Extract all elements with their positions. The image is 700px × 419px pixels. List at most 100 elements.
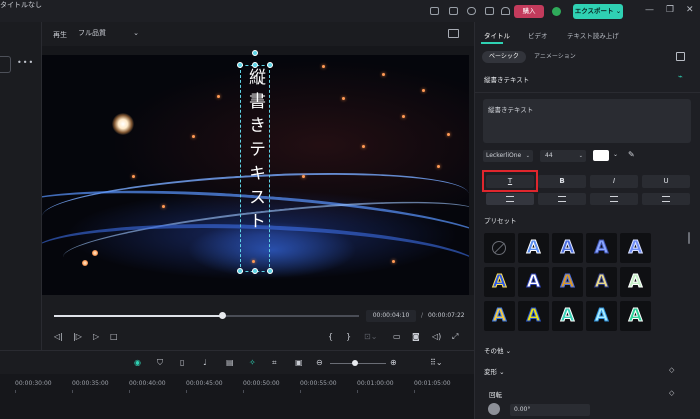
more-icon[interactable]: ••• — [17, 58, 34, 67]
progress-knob[interactable] — [219, 312, 226, 319]
toggle-icon[interactable]: ⌁ — [678, 72, 683, 81]
rotate-value: 0.00° — [514, 406, 531, 413]
keyframe-icon[interactable]: ◇ — [669, 389, 674, 397]
zoom-out-icon[interactable]: ⊖ — [316, 358, 323, 367]
preset-glyph: A — [560, 271, 575, 293]
spark — [82, 260, 88, 266]
cloud-icon[interactable] — [467, 7, 476, 15]
crop-icon[interactable]: ⌗ — [272, 358, 277, 368]
stop-icon[interactable]: □ — [110, 332, 118, 341]
align-left-button[interactable] — [486, 193, 534, 205]
preset-tile[interactable]: A — [484, 301, 515, 331]
save-icon[interactable] — [449, 7, 458, 15]
tab-video[interactable]: ビデオ — [528, 30, 548, 40]
volume-icon[interactable]: ◁) — [432, 332, 441, 341]
play-icon[interactable]: ▷ — [93, 332, 99, 341]
preset-glyph: A — [628, 237, 643, 259]
shield-icon[interactable]: ⛉ — [157, 358, 163, 368]
preset-tile[interactable]: A — [586, 233, 617, 263]
snap-icon[interactable]: ◉ — [134, 358, 141, 367]
transform-label[interactable]: 変形 ⌄ — [484, 366, 505, 376]
mark-in-icon[interactable]: { — [328, 332, 333, 341]
keyframe-icon[interactable]: ◇ — [669, 366, 674, 374]
edit-icon[interactable]: ▤ — [226, 358, 234, 367]
minimize-icon[interactable]: — — [645, 5, 654, 15]
mark-out-icon[interactable]: } — [346, 332, 351, 341]
resize-handle[interactable] — [252, 62, 258, 68]
snapshot-icon[interactable] — [448, 29, 459, 38]
align-right-button[interactable] — [590, 193, 638, 205]
tab-text-to-speech[interactable]: テキスト読み上げ — [567, 30, 619, 40]
resize-handle[interactable] — [267, 62, 273, 68]
underline-button[interactable]: U — [642, 175, 690, 188]
rotate-input[interactable]: 0.00° — [510, 404, 590, 416]
subtitle-icon[interactable]: ▣ — [295, 358, 303, 367]
tick-label: 00:00:50:00 — [243, 380, 280, 387]
zoom-slider[interactable] — [330, 363, 386, 364]
prev-frame-icon[interactable]: ◁| — [54, 332, 63, 341]
align-justify-button[interactable] — [642, 193, 690, 205]
chevron-down-icon[interactable]: ⌄ — [613, 151, 618, 158]
text-input[interactable]: 縦書きテキスト — [483, 99, 691, 143]
zoom-knob[interactable] — [352, 360, 358, 366]
ai-icon[interactable]: ✧ — [249, 358, 256, 367]
resize-handle[interactable] — [252, 268, 258, 274]
export-label: エクスポート — [574, 7, 614, 15]
save-preset-icon[interactable] — [676, 52, 685, 61]
fullscreen-icon[interactable]: ⤢ — [452, 332, 458, 342]
collapse-handle[interactable] — [0, 56, 11, 73]
resize-handle[interactable] — [237, 268, 243, 274]
align-center-button[interactable] — [538, 193, 586, 205]
monitor-icon[interactable] — [430, 7, 439, 15]
preset-tile[interactable]: A — [552, 233, 583, 263]
preset-tile[interactable]: A — [620, 301, 651, 331]
tab-title[interactable]: タイトル — [484, 30, 510, 40]
overlay-text[interactable]: 縦書きテキスト — [240, 68, 270, 236]
preset-tile[interactable]: A — [620, 267, 651, 297]
buy-button[interactable]: 購入 — [514, 5, 544, 18]
size-select[interactable]: 44 ⌄ — [540, 150, 586, 162]
quality-value: フル品質 — [78, 29, 106, 37]
preset-tile[interactable]: A — [518, 267, 549, 297]
scrollbar[interactable] — [688, 232, 690, 244]
subtab-basic[interactable]: ベーシック — [482, 51, 526, 63]
current-time[interactable]: 00:00:04:10 — [366, 310, 416, 322]
marker-icon[interactable]: ▯ — [180, 358, 184, 367]
quality-select[interactable]: フル品質 ⌄ — [73, 27, 143, 40]
tick-mark — [357, 390, 358, 393]
font-select[interactable]: LeckerliOne ⌄ — [483, 150, 533, 162]
camera-icon[interactable]: ◙ — [412, 332, 420, 341]
subtab-animation[interactable]: アニメーション — [527, 51, 583, 63]
grid-icon[interactable]: ⠿⌄ — [430, 358, 443, 367]
export-button[interactable]: エクスポート ⌄ — [573, 4, 623, 19]
resize-handle[interactable] — [237, 62, 243, 68]
eyedropper-icon[interactable]: ✎ — [628, 150, 635, 159]
color-swatch[interactable] — [593, 150, 609, 161]
preset-tile[interactable]: A — [518, 301, 549, 331]
zoom-in-icon[interactable]: ⊕ — [390, 358, 397, 367]
close-icon[interactable]: ✕ — [686, 5, 694, 15]
bell-icon[interactable] — [501, 7, 510, 15]
preset-tile[interactable]: A — [586, 301, 617, 331]
preset-tile[interactable]: A — [620, 233, 651, 263]
preset-tile[interactable] — [484, 233, 515, 263]
preset-tile[interactable]: A — [484, 267, 515, 297]
tab-underline — [481, 42, 503, 44]
preset-tile[interactable]: A — [552, 267, 583, 297]
coin-icon[interactable] — [552, 7, 561, 16]
chevron-down-icon: ⌄ — [133, 29, 139, 37]
next-frame-icon[interactable]: |▷ — [73, 332, 82, 341]
display-icon[interactable]: ▭ — [393, 332, 401, 341]
rotate-handle[interactable] — [252, 50, 258, 56]
preset-tile[interactable]: A — [586, 267, 617, 297]
maximize-icon[interactable]: ❐ — [666, 5, 674, 15]
italic-button[interactable]: I — [590, 175, 638, 188]
rotate-knob[interactable] — [488, 403, 500, 415]
bold-button[interactable]: B — [538, 175, 586, 188]
preset-tile[interactable]: A — [552, 301, 583, 331]
render-icon[interactable]: ⊡⌄ — [364, 332, 377, 341]
resize-handle[interactable] — [267, 268, 273, 274]
preset-tile[interactable]: A — [518, 233, 549, 263]
media-icon[interactable] — [485, 7, 494, 15]
mic-icon[interactable]: ♩ — [203, 358, 207, 367]
